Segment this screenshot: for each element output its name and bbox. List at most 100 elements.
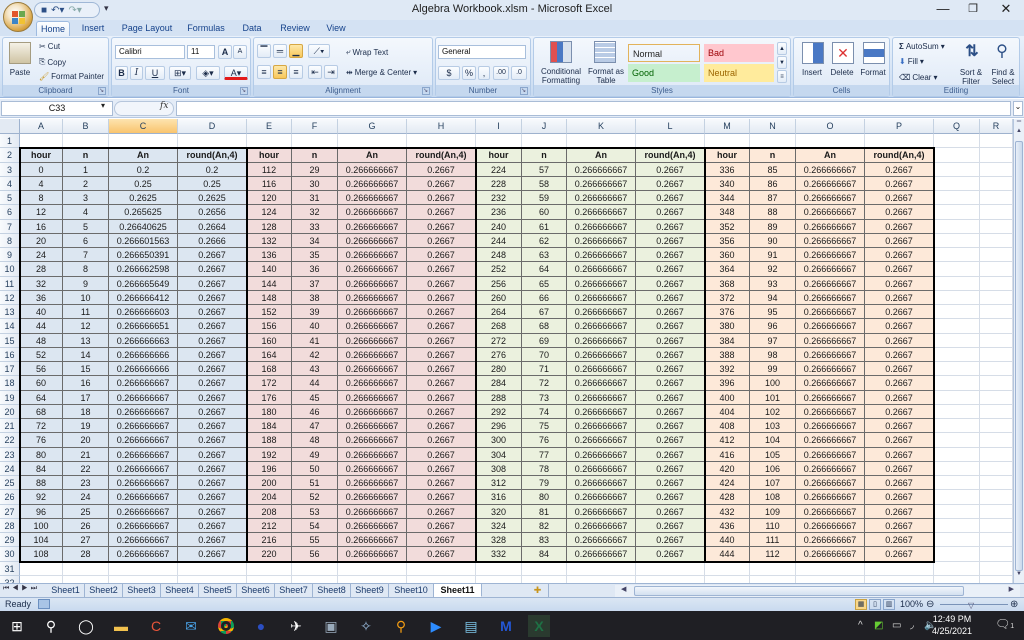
cell-k27[interactable]: 0.266666667 (567, 504, 636, 519)
cell-k16[interactable]: 0.266666667 (567, 347, 636, 362)
sheet-tab-sheet4[interactable]: Sheet4 (161, 584, 199, 597)
cell-r31[interactable] (980, 561, 1013, 576)
cell-j9[interactable]: 63 (522, 248, 567, 263)
cell-a8[interactable]: 20 (20, 233, 63, 248)
zoom-out-button[interactable]: ⊖ (926, 598, 934, 611)
cell-k30[interactable]: 0.266666667 (567, 547, 636, 562)
cell-m9[interactable]: 360 (705, 248, 750, 263)
cell-b15[interactable]: 13 (63, 333, 109, 348)
cell-f16[interactable]: 42 (292, 347, 338, 362)
cell-h12[interactable]: 0.2667 (407, 290, 476, 305)
scroll-up-arrow[interactable]: ▲ (1014, 128, 1024, 138)
row-header-17[interactable]: 17 (0, 362, 20, 377)
worksheet-grid[interactable]: A B C D E F G H I J K L M N O P Q R 1 2 3 4 5 6 7 8 9 10 11 12 13 14 15 1… (0, 119, 1013, 583)
cell-o1[interactable] (796, 134, 865, 149)
cell-c14[interactable]: 0.266666651 (109, 319, 178, 334)
cell-l15[interactable]: 0.2667 (636, 333, 705, 348)
cell-l16[interactable]: 0.2667 (636, 347, 705, 362)
italic-button[interactable]: I (130, 66, 143, 80)
cell-n5[interactable]: 87 (750, 191, 796, 206)
cell-c29[interactable]: 0.266666667 (109, 533, 178, 548)
cell-h1[interactable] (407, 134, 476, 149)
row-header-15[interactable]: 15 (0, 333, 20, 348)
cell-f4[interactable]: 30 (292, 176, 338, 191)
cell-e1[interactable] (247, 134, 292, 149)
fill-color-button[interactable]: ◈▾ (196, 66, 220, 80)
cell-f7[interactable]: 33 (292, 219, 338, 234)
cell-d1[interactable] (178, 134, 247, 149)
cell-b9[interactable]: 7 (63, 248, 109, 263)
header-cell-l[interactable]: round(An,4) (636, 148, 705, 163)
cell-h7[interactable]: 0.2667 (407, 219, 476, 234)
cell-p27[interactable]: 0.2667 (865, 504, 934, 519)
cell-g23[interactable]: 0.266666667 (338, 447, 407, 462)
cell-e17[interactable]: 168 (247, 362, 292, 377)
cell-j6[interactable]: 60 (522, 205, 567, 220)
cell-f19[interactable]: 45 (292, 390, 338, 405)
cell-f13[interactable]: 39 (292, 305, 338, 320)
cell-d19[interactable]: 0.2667 (178, 390, 247, 405)
cell-h13[interactable]: 0.2667 (407, 305, 476, 320)
column-header-a[interactable]: A (20, 119, 63, 134)
cell-i13[interactable]: 264 (476, 305, 522, 320)
cell-i11[interactable]: 256 (476, 276, 522, 291)
cell-o24[interactable]: 0.266666667 (796, 461, 865, 476)
expand-formula-bar-button[interactable]: ⌄ (1013, 101, 1023, 116)
cell-k21[interactable]: 0.266666667 (567, 419, 636, 434)
cell-g24[interactable]: 0.266666667 (338, 461, 407, 476)
cell-h28[interactable]: 0.2667 (407, 518, 476, 533)
cell-f12[interactable]: 38 (292, 290, 338, 305)
cell-k28[interactable]: 0.266666667 (567, 518, 636, 533)
tab-home[interactable]: Home (36, 21, 70, 36)
header-cell-g[interactable]: An (338, 148, 407, 163)
cell-i3[interactable]: 224 (476, 162, 522, 177)
cell-e20[interactable]: 180 (247, 404, 292, 419)
tab-view[interactable]: View (320, 21, 352, 36)
header-cell-h[interactable]: round(An,4) (407, 148, 476, 163)
cell-e29[interactable]: 216 (247, 533, 292, 548)
cell-r16[interactable] (980, 347, 1013, 362)
cell-n26[interactable]: 108 (750, 490, 796, 505)
row-header-23[interactable]: 23 (0, 447, 20, 462)
cell-p26[interactable]: 0.2667 (865, 490, 934, 505)
cell-p31[interactable] (865, 561, 934, 576)
cell-i30[interactable]: 332 (476, 547, 522, 562)
cell-g8[interactable]: 0.266666667 (338, 233, 407, 248)
cell-q7[interactable] (934, 219, 980, 234)
thunderbird-icon[interactable]: ✉ (180, 615, 202, 637)
cell-a22[interactable]: 76 (20, 433, 63, 448)
cell-e24[interactable]: 196 (247, 461, 292, 476)
cell-h27[interactable]: 0.2667 (407, 504, 476, 519)
delete-cells-button[interactable]: Delete (826, 68, 858, 77)
increase-indent-button[interactable]: ⇥ (324, 65, 338, 79)
cell-n10[interactable]: 92 (750, 262, 796, 277)
cell-f23[interactable]: 49 (292, 447, 338, 462)
cell-o19[interactable]: 0.266666667 (796, 390, 865, 405)
cell-p28[interactable]: 0.2667 (865, 518, 934, 533)
cell-d24[interactable]: 0.2667 (178, 461, 247, 476)
scroll-left-arrow[interactable]: ◀ (621, 585, 626, 593)
cell-b11[interactable]: 9 (63, 276, 109, 291)
cell-m14[interactable]: 380 (705, 319, 750, 334)
cell-q32[interactable] (934, 575, 980, 583)
column-header-c[interactable]: C (109, 119, 178, 134)
formula-input[interactable] (176, 101, 1011, 116)
style-bad[interactable]: Bad (704, 44, 774, 62)
sheet-tab-sheet11[interactable]: Sheet11 (434, 584, 482, 597)
cell-g11[interactable]: 0.266666667 (338, 276, 407, 291)
cell-b30[interactable]: 28 (63, 547, 109, 562)
cell-r14[interactable] (980, 319, 1013, 334)
font-dialog-launcher[interactable]: ↘ (240, 87, 248, 95)
cell-p8[interactable]: 0.2667 (865, 233, 934, 248)
cell-q31[interactable] (934, 561, 980, 576)
column-header-l[interactable]: L (636, 119, 705, 134)
cell-n6[interactable]: 88 (750, 205, 796, 220)
cell-e25[interactable]: 200 (247, 476, 292, 491)
style-good[interactable]: Good (628, 64, 700, 82)
row-header-11[interactable]: 11 (0, 276, 20, 291)
format-as-table-button[interactable]: Format as Table (588, 67, 624, 85)
cell-m29[interactable]: 440 (705, 533, 750, 548)
number-dialog-launcher[interactable]: ↘ (520, 87, 528, 95)
close-button[interactable]: ✕ (988, 0, 1024, 20)
cell-p9[interactable]: 0.2667 (865, 248, 934, 263)
